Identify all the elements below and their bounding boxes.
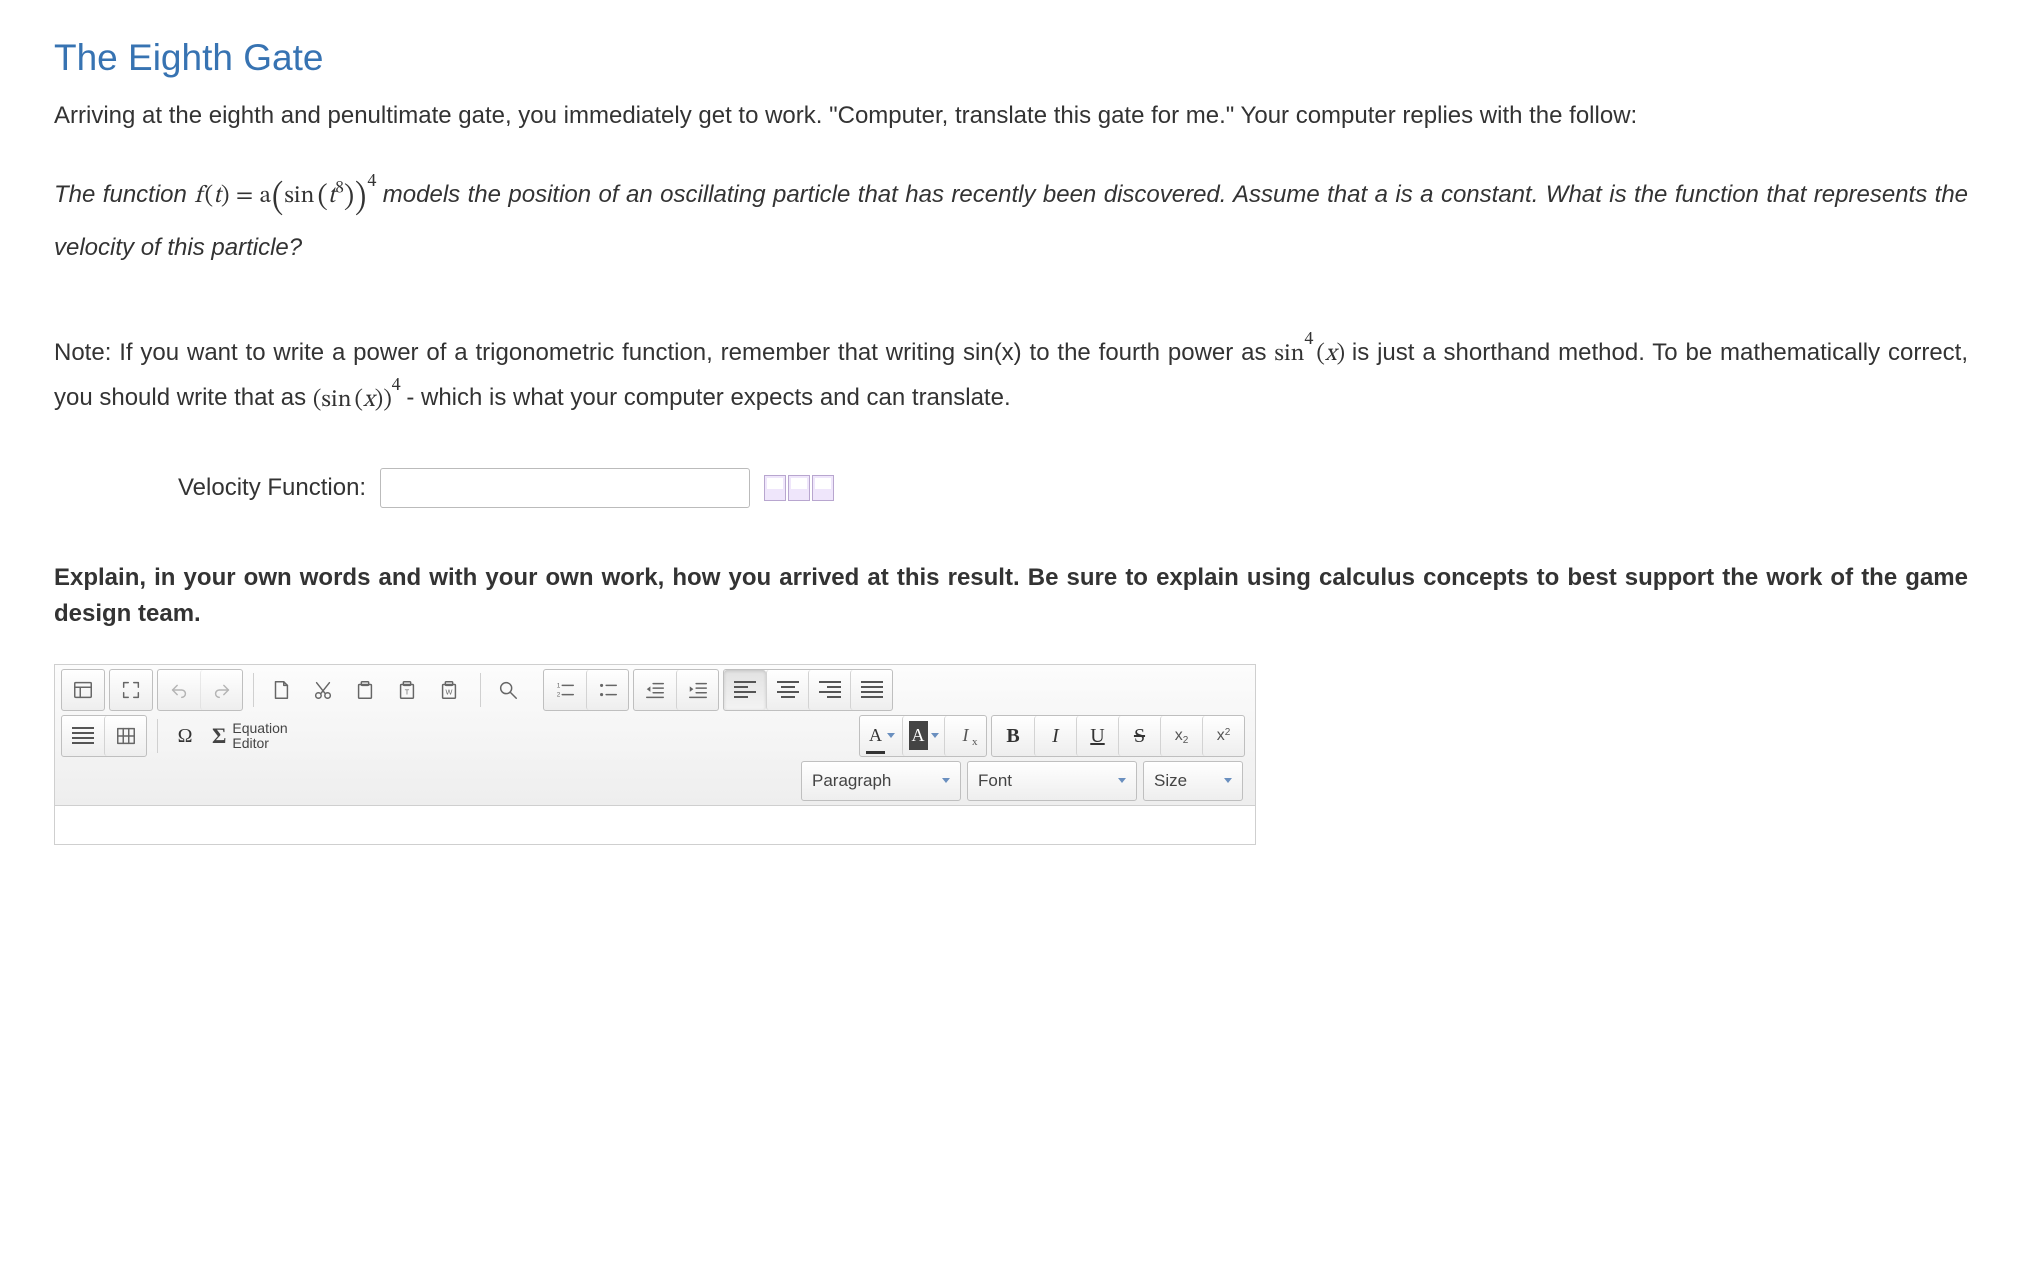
cut-button[interactable] [302, 670, 344, 710]
velocity-label: Velocity Function: [178, 470, 366, 506]
preview-icon[interactable] [764, 475, 786, 501]
intro-text: Arriving at the eighth and penultimate g… [54, 98, 1968, 134]
shorthand-exp: 4 [1305, 331, 1314, 349]
redo-button[interactable] [200, 670, 242, 710]
fullscreen-button[interactable] [110, 670, 152, 710]
align-center-button[interactable] [766, 670, 808, 710]
svg-text:T: T [405, 687, 410, 696]
italic-glyph: I [1052, 726, 1059, 746]
align-right-button[interactable] [808, 670, 850, 710]
text-color-button[interactable]: A [860, 716, 902, 756]
shorthand-base: sin [1274, 342, 1304, 366]
italic-button[interactable]: I [1034, 716, 1076, 756]
newpage-button[interactable] [260, 670, 302, 710]
paragraph-label: Paragraph [812, 768, 891, 794]
strike-glyph: S [1134, 726, 1145, 746]
page-title: The Eighth Gate [54, 30, 1968, 86]
outer-exp: 4 [367, 173, 376, 191]
unordered-list-button[interactable] [586, 670, 628, 710]
copy-button[interactable] [344, 670, 386, 710]
underline-glyph: U [1090, 726, 1104, 746]
problem-statement: The function f (t) = a(sin (t8))4 models… [54, 168, 1968, 268]
source-button[interactable] [62, 670, 104, 710]
page-small-icon[interactable] [812, 475, 834, 501]
bold-button[interactable]: B [992, 716, 1034, 756]
paste-button[interactable]: T [386, 670, 428, 710]
size-combo[interactable]: Size [1143, 761, 1243, 801]
indent-button[interactable] [676, 670, 718, 710]
paragraph-combo[interactable]: Paragraph [801, 761, 961, 801]
correct-exp: 4 [392, 376, 401, 394]
align-justify-button[interactable] [850, 670, 892, 710]
svg-text:W: W [446, 687, 453, 696]
font-combo[interactable]: Font [967, 761, 1137, 801]
velocity-row: Velocity Function: [54, 468, 1968, 508]
subscript-button[interactable]: x2 [1160, 716, 1202, 756]
sin-label: sin [284, 184, 314, 208]
bg-color-button[interactable]: A [902, 716, 944, 756]
svg-text:2: 2 [557, 691, 561, 698]
svg-text:1: 1 [557, 682, 561, 689]
shorthand-arg: x [1325, 342, 1337, 366]
rich-text-editor: T W 12 [54, 664, 1256, 845]
size-label: Size [1154, 768, 1187, 794]
func-letter: f [194, 184, 201, 208]
line-height-button[interactable] [62, 716, 104, 756]
equation-label-bottom: Editor [232, 735, 269, 751]
table-button[interactable] [104, 716, 146, 756]
sigma-small-icon[interactable] [788, 475, 810, 501]
velocity-input[interactable] [380, 468, 750, 508]
velocity-mini-icons [764, 475, 834, 501]
inner-exp: 8 [335, 180, 344, 197]
equation-editor-button[interactable]: Σ Equation Editor [206, 716, 298, 756]
explain-instruction: Explain, in your own words and with your… [54, 560, 1968, 632]
editor-toolbar: T W 12 [55, 665, 1255, 806]
shorthand-expr: sin4 (x) [1274, 342, 1352, 366]
bold-glyph: B [1006, 726, 1019, 746]
equation-label-top: Equation [232, 720, 287, 736]
func-arg: t [213, 184, 221, 208]
equation-ft: f (t) = a(sin (t8))4 [194, 184, 382, 208]
correct-base: sin [321, 388, 351, 412]
find-button[interactable] [487, 670, 529, 710]
chevron-down-icon [1224, 778, 1232, 783]
sigma-icon: Σ [212, 719, 226, 752]
problem-pre: The function [54, 181, 194, 208]
strike-button[interactable]: S [1118, 716, 1160, 756]
outdent-button[interactable] [634, 670, 676, 710]
equals-a: = a [229, 184, 271, 208]
note-post: - which is what your computer expects an… [406, 385, 1010, 412]
remove-format-button[interactable]: I [944, 716, 986, 756]
note-pre: Note: If you want to write a power of a … [54, 339, 1274, 366]
special-char-button[interactable]: Ω [164, 716, 206, 756]
correct-expr: (sin (x))4 [313, 388, 407, 412]
paste-word-button[interactable]: W [428, 670, 470, 710]
align-left-button[interactable] [724, 670, 766, 710]
underline-button[interactable]: U [1076, 716, 1118, 756]
undo-button[interactable] [158, 670, 200, 710]
note-text: Note: If you want to write a power of a … [54, 327, 1968, 417]
ordered-list-button[interactable]: 12 [544, 670, 586, 710]
chevron-down-icon [1118, 778, 1126, 783]
chevron-down-icon [942, 778, 950, 783]
font-label: Font [978, 768, 1012, 794]
superscript-button[interactable]: x2 [1202, 716, 1244, 756]
editor-body[interactable] [55, 806, 1255, 844]
correct-arg: x [363, 388, 375, 412]
